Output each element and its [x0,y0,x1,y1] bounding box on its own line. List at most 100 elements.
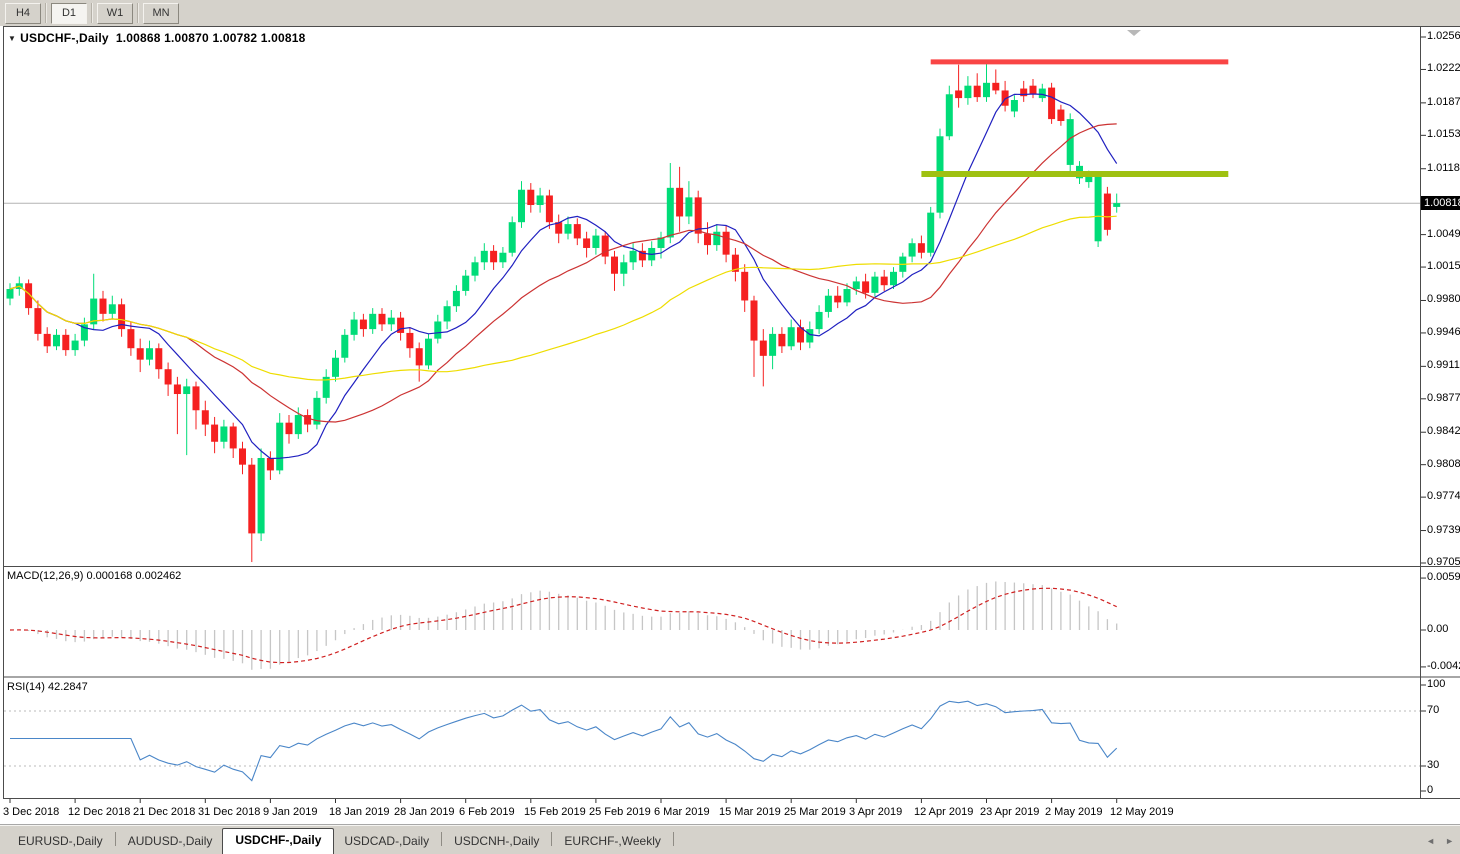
date-axis-label: 3 Apr 2019 [849,806,903,818]
date-axis-label: 6 Mar 2019 [654,806,710,818]
candle-body [1048,87,1056,120]
date-axis-label: 12 Dec 2018 [68,806,131,818]
candle-body [220,426,228,442]
candle-body [1057,109,1065,122]
candle-body [955,90,963,99]
candle-body [769,333,777,356]
candle-body [6,289,14,299]
candle-body [508,222,516,253]
macd-histogram [18,581,1118,670]
price-axis-label: 1.01530 [1427,128,1460,140]
candle-body [824,295,832,312]
candle-body [973,85,981,98]
price-axis-label: 0.97050 [1427,556,1460,568]
chart-shift-marker-icon[interactable] [1127,30,1141,36]
candle-body [852,281,860,290]
candle-body [778,333,786,347]
candle-body [415,348,423,366]
candle-body [378,313,386,325]
candle-body [211,424,219,442]
tab-separator [551,832,553,846]
chart-tab-usdcnh[interactable]: USDCNH-,Daily [444,830,549,854]
current-price-value: 1.00818 [1424,197,1460,209]
macd-axis-label: 0.00597 [1427,571,1460,583]
candle-body [1103,193,1111,230]
candle-body [527,189,535,206]
candle-body [43,333,51,347]
candle-body [843,289,851,303]
candle-body [815,311,823,330]
date-axis-label: 31 Dec 2018 [198,806,261,818]
candle-body [276,422,284,471]
tab-separator [441,832,443,846]
candle-body [173,384,181,395]
price-axis-label: 0.99460 [1427,326,1460,338]
candle-body [694,197,702,234]
candle-body [425,338,432,366]
candle-body [155,348,163,370]
chart-tab-eurchf[interactable]: EURCHF-,Weekly [554,830,670,854]
date-axis-label: 9 Jan 2019 [263,806,318,818]
date-axis-label: 21 Dec 2018 [133,806,196,818]
chart-title: ▼ USDCHF-,Daily 1.00868 1.00870 1.00782 1… [8,31,306,45]
candle-body [666,187,674,238]
price-axis-label: 0.98770 [1427,392,1460,404]
candle-body [518,189,525,223]
date-axis-label: 28 Jan 2019 [394,806,455,818]
price-axis-label: 0.97740 [1427,490,1460,502]
candle-body [834,295,842,303]
candle-body [992,82,1000,91]
candle-body [183,386,191,395]
candle-body [1029,85,1037,95]
candle-body [945,94,953,137]
date-axis-label: 25 Feb 2019 [589,806,651,818]
candle-body [564,224,572,234]
tab-scroll-right-icon[interactable]: ► [1445,836,1454,846]
date-axis-label: 15 Mar 2019 [719,806,781,818]
chart-tab-eurusd[interactable]: EURUSD-,Daily [8,830,113,854]
candle-body [871,276,879,293]
candle-body [1010,100,1018,112]
tab-scroll-left-icon[interactable]: ◄ [1426,836,1435,846]
chart-collapse-icon[interactable]: ▼ [8,34,16,43]
chart-tab-usdcad[interactable]: USDCAD-,Daily [334,830,439,854]
rsi-axis-label: 100 [1427,678,1446,690]
price-axis-label: 1.02220 [1427,62,1460,74]
rsi-name: RSI(14) [7,681,45,693]
date-axis-label: 18 Jan 2019 [329,806,390,818]
candle-body [341,334,349,358]
candle-body [583,238,591,248]
candle-body [257,457,265,534]
chart-tab-audusd[interactable]: AUDUSD-,Daily [118,830,223,854]
candle-body [862,281,870,293]
tab-separator [672,832,674,846]
candle-body [490,250,498,263]
chart-symbol-label: USDCHF-,Daily [20,31,109,45]
chart-tab-bar: EURUSD-,Daily AUDUSD-,Daily USDCHF-,Daily U… [0,825,1460,854]
date-axis-label: 25 Mar 2019 [784,806,846,818]
rsi-axis-label: 70 [1427,704,1440,716]
date-axis-label: 15 Feb 2019 [524,806,586,818]
macd-signal-line [9,587,1117,664]
candle-body [713,231,721,246]
chart-canvas[interactable] [0,0,1460,854]
candle-body [471,262,479,276]
candle-body [359,319,367,330]
price-axis-label: 0.98080 [1427,458,1460,470]
macd-indicator-label: MACD(12,26,9) 0.000168 0.002462 [7,570,181,582]
date-axis-label: 3 Dec 2018 [3,806,60,818]
candlesticks [6,61,1121,563]
price-axis-label: 0.99110 [1427,359,1460,371]
candle-body [434,321,442,339]
candle-body [759,340,767,356]
candle-body [908,243,916,257]
candle-body [53,334,60,347]
rsi-line [10,700,1118,782]
candle-body [136,348,144,360]
candle-body [452,290,460,307]
candle-body [685,197,693,217]
candle-body [332,357,339,377]
chart-tab-usdchf[interactable]: USDCHF-,Daily [222,828,335,854]
candle-body [1113,203,1121,207]
candle-body [71,340,79,351]
